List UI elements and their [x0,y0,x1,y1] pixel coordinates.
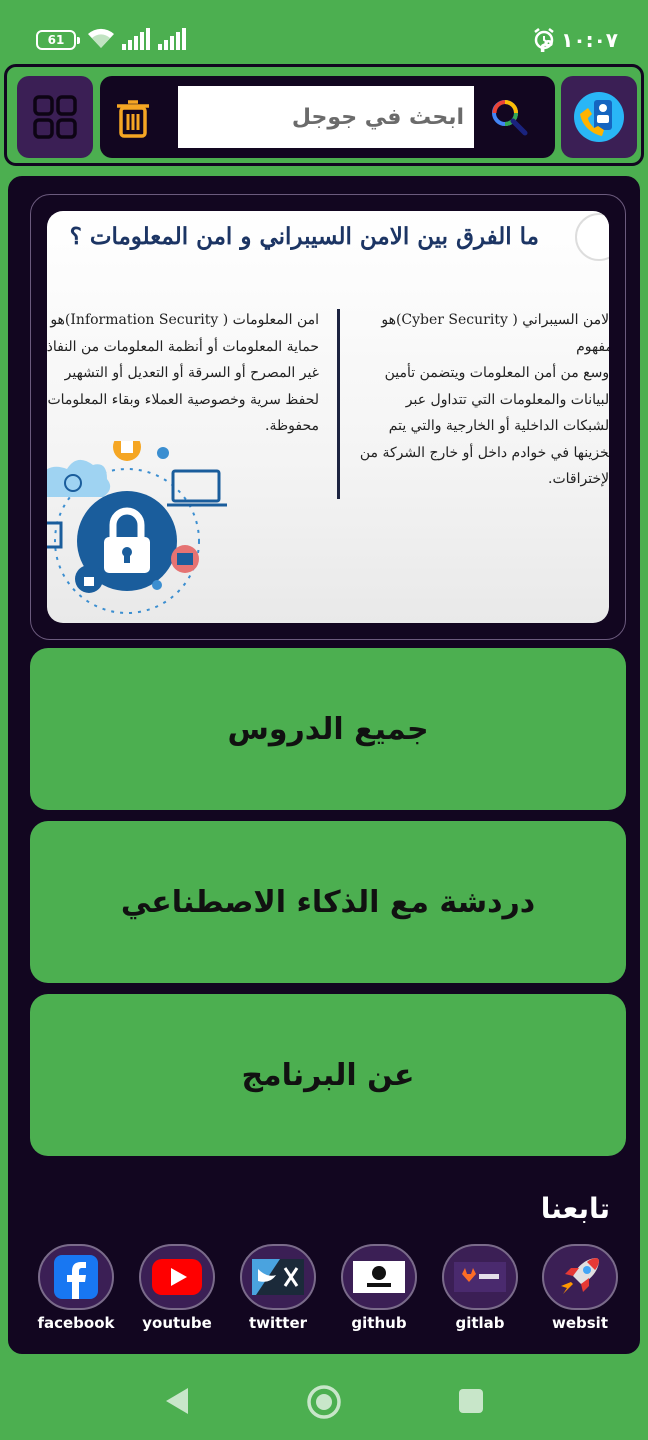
all-lessons-button[interactable]: جميع الدروس [30,648,626,810]
ai-chat-button[interactable]: دردشة مع الذكاء الاصطناعي [30,821,626,983]
social-label: twitter [248,1314,308,1332]
signal-icon [122,28,150,50]
social-label: websit [551,1314,608,1332]
top-bar [4,64,644,166]
social-label: github [351,1314,407,1332]
gitlab-icon [454,1262,506,1292]
banner-divider [337,309,340,499]
social-label: youtube [142,1314,212,1332]
wifi-icon [88,28,114,48]
facebook-icon [54,1255,98,1299]
social-gitlab[interactable]: gitlab [440,1244,520,1332]
trash-icon[interactable] [116,98,150,138]
github-circle [341,1244,417,1310]
banner-text-infosec: امن المعلومات ( Information Security)هو … [47,312,319,434]
search-box [100,76,555,158]
signal-icon-2 [158,28,186,50]
rocket-icon [561,1258,599,1294]
grid-icon [33,95,77,139]
navigation-bar [0,1362,648,1440]
twitter-icon [252,1259,304,1295]
status-bar: 61 ١٠:٠٧ م [0,0,648,62]
grid-menu-button[interactable] [17,76,93,158]
facebook-circle [38,1244,114,1310]
follow-title: تابعنا [540,1192,610,1225]
about-button[interactable]: عن البرنامج [30,994,626,1156]
banner-frame: ما الفرق بين الامن السيبراني و امن المعل… [30,194,626,640]
search-icon[interactable] [490,98,528,136]
battery-indicator: 61 [36,30,80,50]
youtube-icon [152,1259,202,1295]
gitlab-circle [442,1244,518,1310]
security-illustration-icon [47,441,227,614]
social-youtube[interactable]: youtube [137,1244,217,1332]
social-facebook[interactable]: facebook [36,1244,116,1332]
contacts-icon [574,92,624,142]
social-website[interactable]: websit [540,1244,620,1332]
back-icon[interactable] [164,1386,190,1416]
home-icon[interactable] [306,1384,342,1420]
search-input[interactable] [178,86,474,148]
social-twitter[interactable]: twitter [238,1244,318,1332]
banner-image[interactable]: ما الفرق بين الامن السيبراني و امن المعل… [47,211,609,623]
logo-icon [575,213,609,261]
banner-title: ما الفرق بين الامن السيبراني و امن المعل… [69,223,539,250]
main-panel: ما الفرق بين الامن السيبراني و امن المعل… [4,172,644,1358]
social-label: gitlab [455,1314,505,1332]
youtube-circle [139,1244,215,1310]
recent-apps-icon[interactable] [458,1388,484,1414]
github-icon [353,1261,405,1293]
status-time: ١٠:٠٧ م [539,28,618,52]
twitter-circle [240,1244,316,1310]
social-github[interactable]: github [339,1244,419,1332]
social-label: facebook [37,1314,115,1332]
banner-text-cyber: الامن السيبراني ( Cyber Security)هو مفهو… [359,312,609,487]
contact-button[interactable] [561,76,637,158]
website-circle [542,1244,618,1310]
